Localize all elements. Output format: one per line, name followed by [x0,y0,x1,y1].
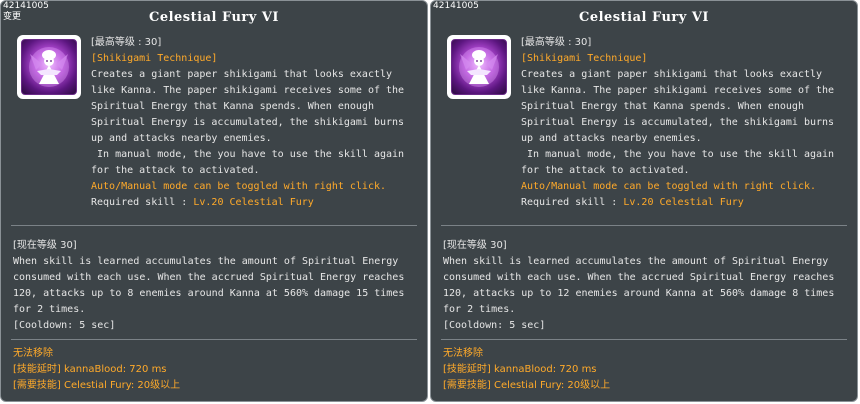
note-line: [需要技能] Celestial Fury: 20级以上 [443,380,611,391]
skill-category: [Shikigami Technique] [521,53,648,64]
note-line: [技能延时] kannaBlood: 720 ms [443,364,597,375]
description-line: like Kanna. The paper shikigami receives… [91,85,405,96]
paper-shikigami-icon [451,39,507,95]
skill-description-block: [最高等级 : 30] [Shikigami Technique] Creates … [521,35,853,211]
max-level: [最高等级 : 30] [521,37,592,48]
skill-tooltip-right: 42141005 Celestial Fury VI [最高等级 : 30] [S… [430,0,858,402]
skill-icon-frame [447,35,511,99]
section-divider [441,339,847,340]
effect-line: When skill is learned accumulates the am… [443,256,829,267]
section-divider [11,339,417,340]
effect-line: for 2 times. [13,304,86,315]
toggle-note: Auto/Manual mode can be toggled with rig… [91,181,387,192]
current-level-section: [现在等级 30] When skill is learned accumulat… [13,238,423,334]
description-line: Creates a giant paper shikigami that loo… [91,69,393,80]
current-level: [现在等级 30] [13,240,77,251]
current-level-section: [现在等级 30] When skill is learned accumulat… [443,238,853,334]
skill-description-block: [最高等级 : 30] [Shikigami Technique] Creates … [91,35,423,211]
note-line: 无法移除 [443,348,483,359]
cooldown: [Cooldown: 5 sec] [13,320,116,331]
notes-section: 无法移除 [技能延时] kannaBlood: 720 ms [需要技能] Cele… [443,346,853,394]
description-line: up and attacks nearby enemies. [91,133,272,144]
required-skill-label: Required skill : [521,197,624,208]
required-skill-value: Lv.20 Celestial Fury [193,197,314,208]
description-line: Spiritual Energy that Kanna spends. When… [91,101,374,112]
description-line: for the attack to activated. [91,165,260,176]
current-level: [现在等级 30] [443,240,507,251]
required-skill: Required skill : Lv.20 Celestial Fury [91,195,423,211]
description-line: Spiritual Energy is accumulated, the shi… [521,117,835,128]
section-divider [441,225,847,226]
description-line: for the attack to activated. [521,165,690,176]
skill-category: [Shikigami Technique] [91,53,218,64]
description-line: In manual mode, the you have to use the … [91,149,405,160]
max-level: [最高等级 : 30] [91,37,162,48]
effect-line: When skill is learned accumulates the am… [13,256,399,267]
cooldown: [Cooldown: 5 sec] [443,320,546,331]
note-line: [技能延时] kannaBlood: 720 ms [13,364,167,375]
description-line: up and attacks nearby enemies. [521,133,702,144]
skill-tooltip-left: 42141005 变更 Celestial Fury VI [最高等级 : 30… [0,0,428,402]
description-line: Spiritual Energy that Kanna spends. When… [521,101,804,112]
paper-shikigami-icon [21,39,77,95]
note-line: [需要技能] Celestial Fury: 20级以上 [13,380,181,391]
section-divider [11,225,417,226]
skill-icon-frame [17,35,81,99]
toggle-note: Auto/Manual mode can be toggled with rig… [521,181,817,192]
skill-title: Celestial Fury VI [578,10,710,25]
effect-line: 120, attacks up to 8 enemies around Kann… [13,288,405,299]
description-line: Spiritual Energy is accumulated, the shi… [91,117,405,128]
description-line: Creates a giant paper shikigami that loo… [521,69,823,80]
required-skill-label: Required skill : [91,197,194,208]
description-line: like Kanna. The paper shikigami receives… [521,85,835,96]
description-line: In manual mode, the you have to use the … [521,149,835,160]
required-skill: Required skill : Lv.20 Celestial Fury [521,195,853,211]
required-skill-value: Lv.20 Celestial Fury [623,197,744,208]
effect-line: 120, attacks up to 12 enemies around Kan… [443,288,835,299]
effect-line: consumed with each use. When the accrued… [443,272,835,283]
skill-title: Celestial Fury VI [148,10,280,25]
effect-line: consumed with each use. When the accrued… [13,272,405,283]
note-line: 无法移除 [13,348,53,359]
notes-section: 无法移除 [技能延时] kannaBlood: 720 ms [需要技能] Cele… [13,346,423,394]
effect-line: for 2 times. [443,304,516,315]
